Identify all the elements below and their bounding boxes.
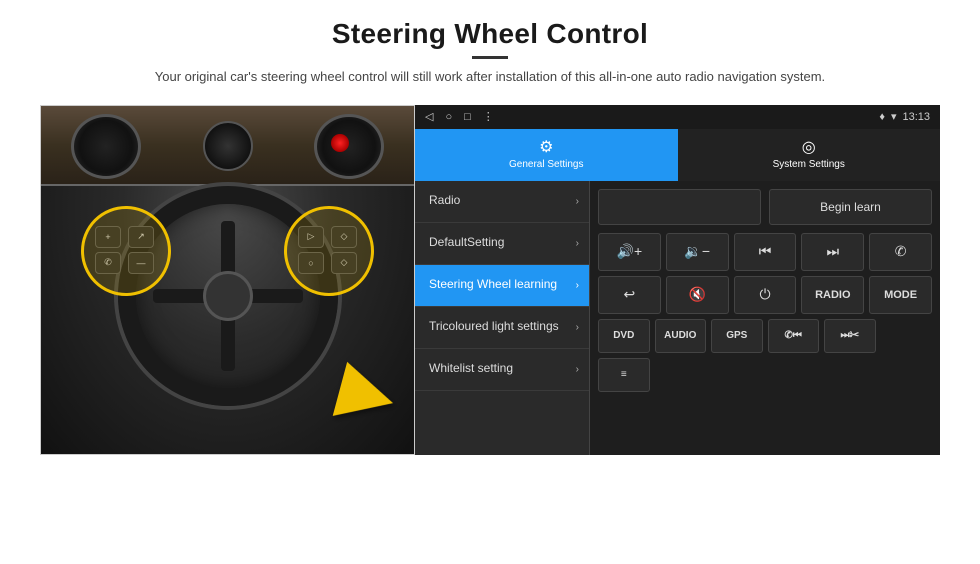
chevron-right-icon: ›: [576, 364, 579, 375]
volume-up-button[interactable]: 🔊+: [598, 233, 661, 271]
content-row: + ↗ ✆ — ▷ ◇ ○ ◇ ◁ ○: [40, 105, 940, 455]
menu-item-default-setting[interactable]: DefaultSetting ›: [415, 223, 589, 265]
volume-down-icon: 🔉−: [684, 243, 710, 260]
tab-system-settings[interactable]: ◎ System Settings: [678, 129, 941, 181]
gps-label: GPS: [726, 330, 747, 341]
radio-label: RADIO: [815, 289, 850, 301]
control-row-2: ↩ 🔇 ⏻ RADIO MODE: [598, 276, 932, 314]
menu-item-steering-wheel[interactable]: Steering Wheel learning ›: [415, 265, 589, 307]
wifi-icon: ▾: [891, 110, 897, 123]
page-title: Steering Wheel Control: [155, 18, 825, 50]
recents-nav-icon[interactable]: □: [464, 111, 471, 123]
arrow-indicator: [339, 368, 394, 424]
menu-item-radio[interactable]: Radio ›: [415, 181, 589, 223]
volume-up-icon: 🔊+: [617, 243, 643, 260]
chevron-right-icon: ›: [576, 322, 579, 333]
phone-next-button[interactable]: ⏭✂: [824, 319, 876, 353]
right-button-highlight: [284, 206, 374, 296]
left-button-highlight: [81, 206, 171, 296]
menu-item-whitelist[interactable]: Whitelist setting ›: [415, 349, 589, 391]
mode-button[interactable]: MODE: [869, 276, 932, 314]
menu-item-tricoloured[interactable]: Tricoloured light settings ›: [415, 307, 589, 349]
chevron-right-icon: ›: [576, 280, 579, 291]
tab-bar: ⚙ General Settings ◎ System Settings: [415, 129, 940, 181]
home-nav-icon[interactable]: ○: [445, 111, 452, 123]
phone-button[interactable]: ✆: [869, 233, 932, 271]
next-track-button[interactable]: ⏭: [801, 233, 864, 271]
empty-input-box: [598, 189, 761, 225]
power-button[interactable]: ⏻: [734, 276, 797, 314]
clock: 13:13: [902, 111, 930, 123]
power-icon: ⏻: [759, 286, 770, 303]
mode-label: MODE: [884, 289, 917, 301]
audio-label: AUDIO: [664, 330, 696, 341]
android-panel: ◁ ○ □ ⋮ ♦ ▾ 13:13 ⚙ General Settings: [415, 105, 940, 455]
dvd-button[interactable]: DVD: [598, 319, 650, 353]
answer-button[interactable]: ↩: [598, 276, 661, 314]
chevron-right-icon: ›: [576, 196, 579, 207]
control-row-1: 🔊+ 🔉− ⏮ ⏭ ✆: [598, 233, 932, 271]
radio-button[interactable]: RADIO: [801, 276, 864, 314]
menu-list-icon: ≡: [621, 369, 627, 380]
settings-area: Radio › DefaultSetting › Steering Wheel …: [415, 181, 940, 455]
title-section: Steering Wheel Control Your original car…: [155, 18, 825, 99]
phone-next-icon: ⏭✂: [840, 330, 859, 341]
chevron-right-icon: ›: [576, 238, 579, 249]
system-icon: ◎: [802, 137, 816, 157]
phone-prev-button[interactable]: ✆⏮: [768, 319, 820, 353]
volume-down-button[interactable]: 🔉−: [666, 233, 729, 271]
control-row-3: DVD AUDIO GPS ✆⏮ ⏭✂: [598, 319, 932, 353]
subtitle: Your original car's steering wheel contr…: [155, 67, 825, 87]
settings-content: Begin learn 🔊+ 🔉− ⏮: [590, 181, 940, 455]
prev-icon: ⏮: [759, 243, 772, 260]
phone-prev-icon: ✆⏮: [785, 330, 802, 341]
answer-icon: ↩: [624, 286, 636, 303]
phone-icon: ✆: [895, 243, 907, 260]
prev-track-button[interactable]: ⏮: [734, 233, 797, 271]
dvd-label: DVD: [613, 330, 634, 341]
tab-general-settings[interactable]: ⚙ General Settings: [415, 129, 678, 181]
gps-button[interactable]: GPS: [711, 319, 763, 353]
audio-button[interactable]: AUDIO: [655, 319, 707, 353]
begin-learn-button[interactable]: Begin learn: [769, 189, 932, 225]
status-bar: ◁ ○ □ ⋮ ♦ ▾ 13:13: [415, 105, 940, 129]
back-nav-icon[interactable]: ◁: [425, 110, 433, 123]
menu-icon-button[interactable]: ≡: [598, 358, 650, 392]
title-divider: [472, 56, 508, 59]
mute-button[interactable]: 🔇: [666, 276, 729, 314]
mute-icon: 🔇: [688, 286, 705, 303]
steering-wheel-image: + ↗ ✆ — ▷ ◇ ○ ◇: [40, 105, 415, 455]
control-row-4: ≡: [598, 358, 932, 392]
next-icon: ⏭: [826, 243, 839, 260]
location-icon: ♦: [879, 111, 885, 123]
settings-menu: Radio › DefaultSetting › Steering Wheel …: [415, 181, 590, 455]
menu-nav-icon[interactable]: ⋮: [483, 110, 494, 123]
gear-icon: ⚙: [539, 137, 553, 157]
